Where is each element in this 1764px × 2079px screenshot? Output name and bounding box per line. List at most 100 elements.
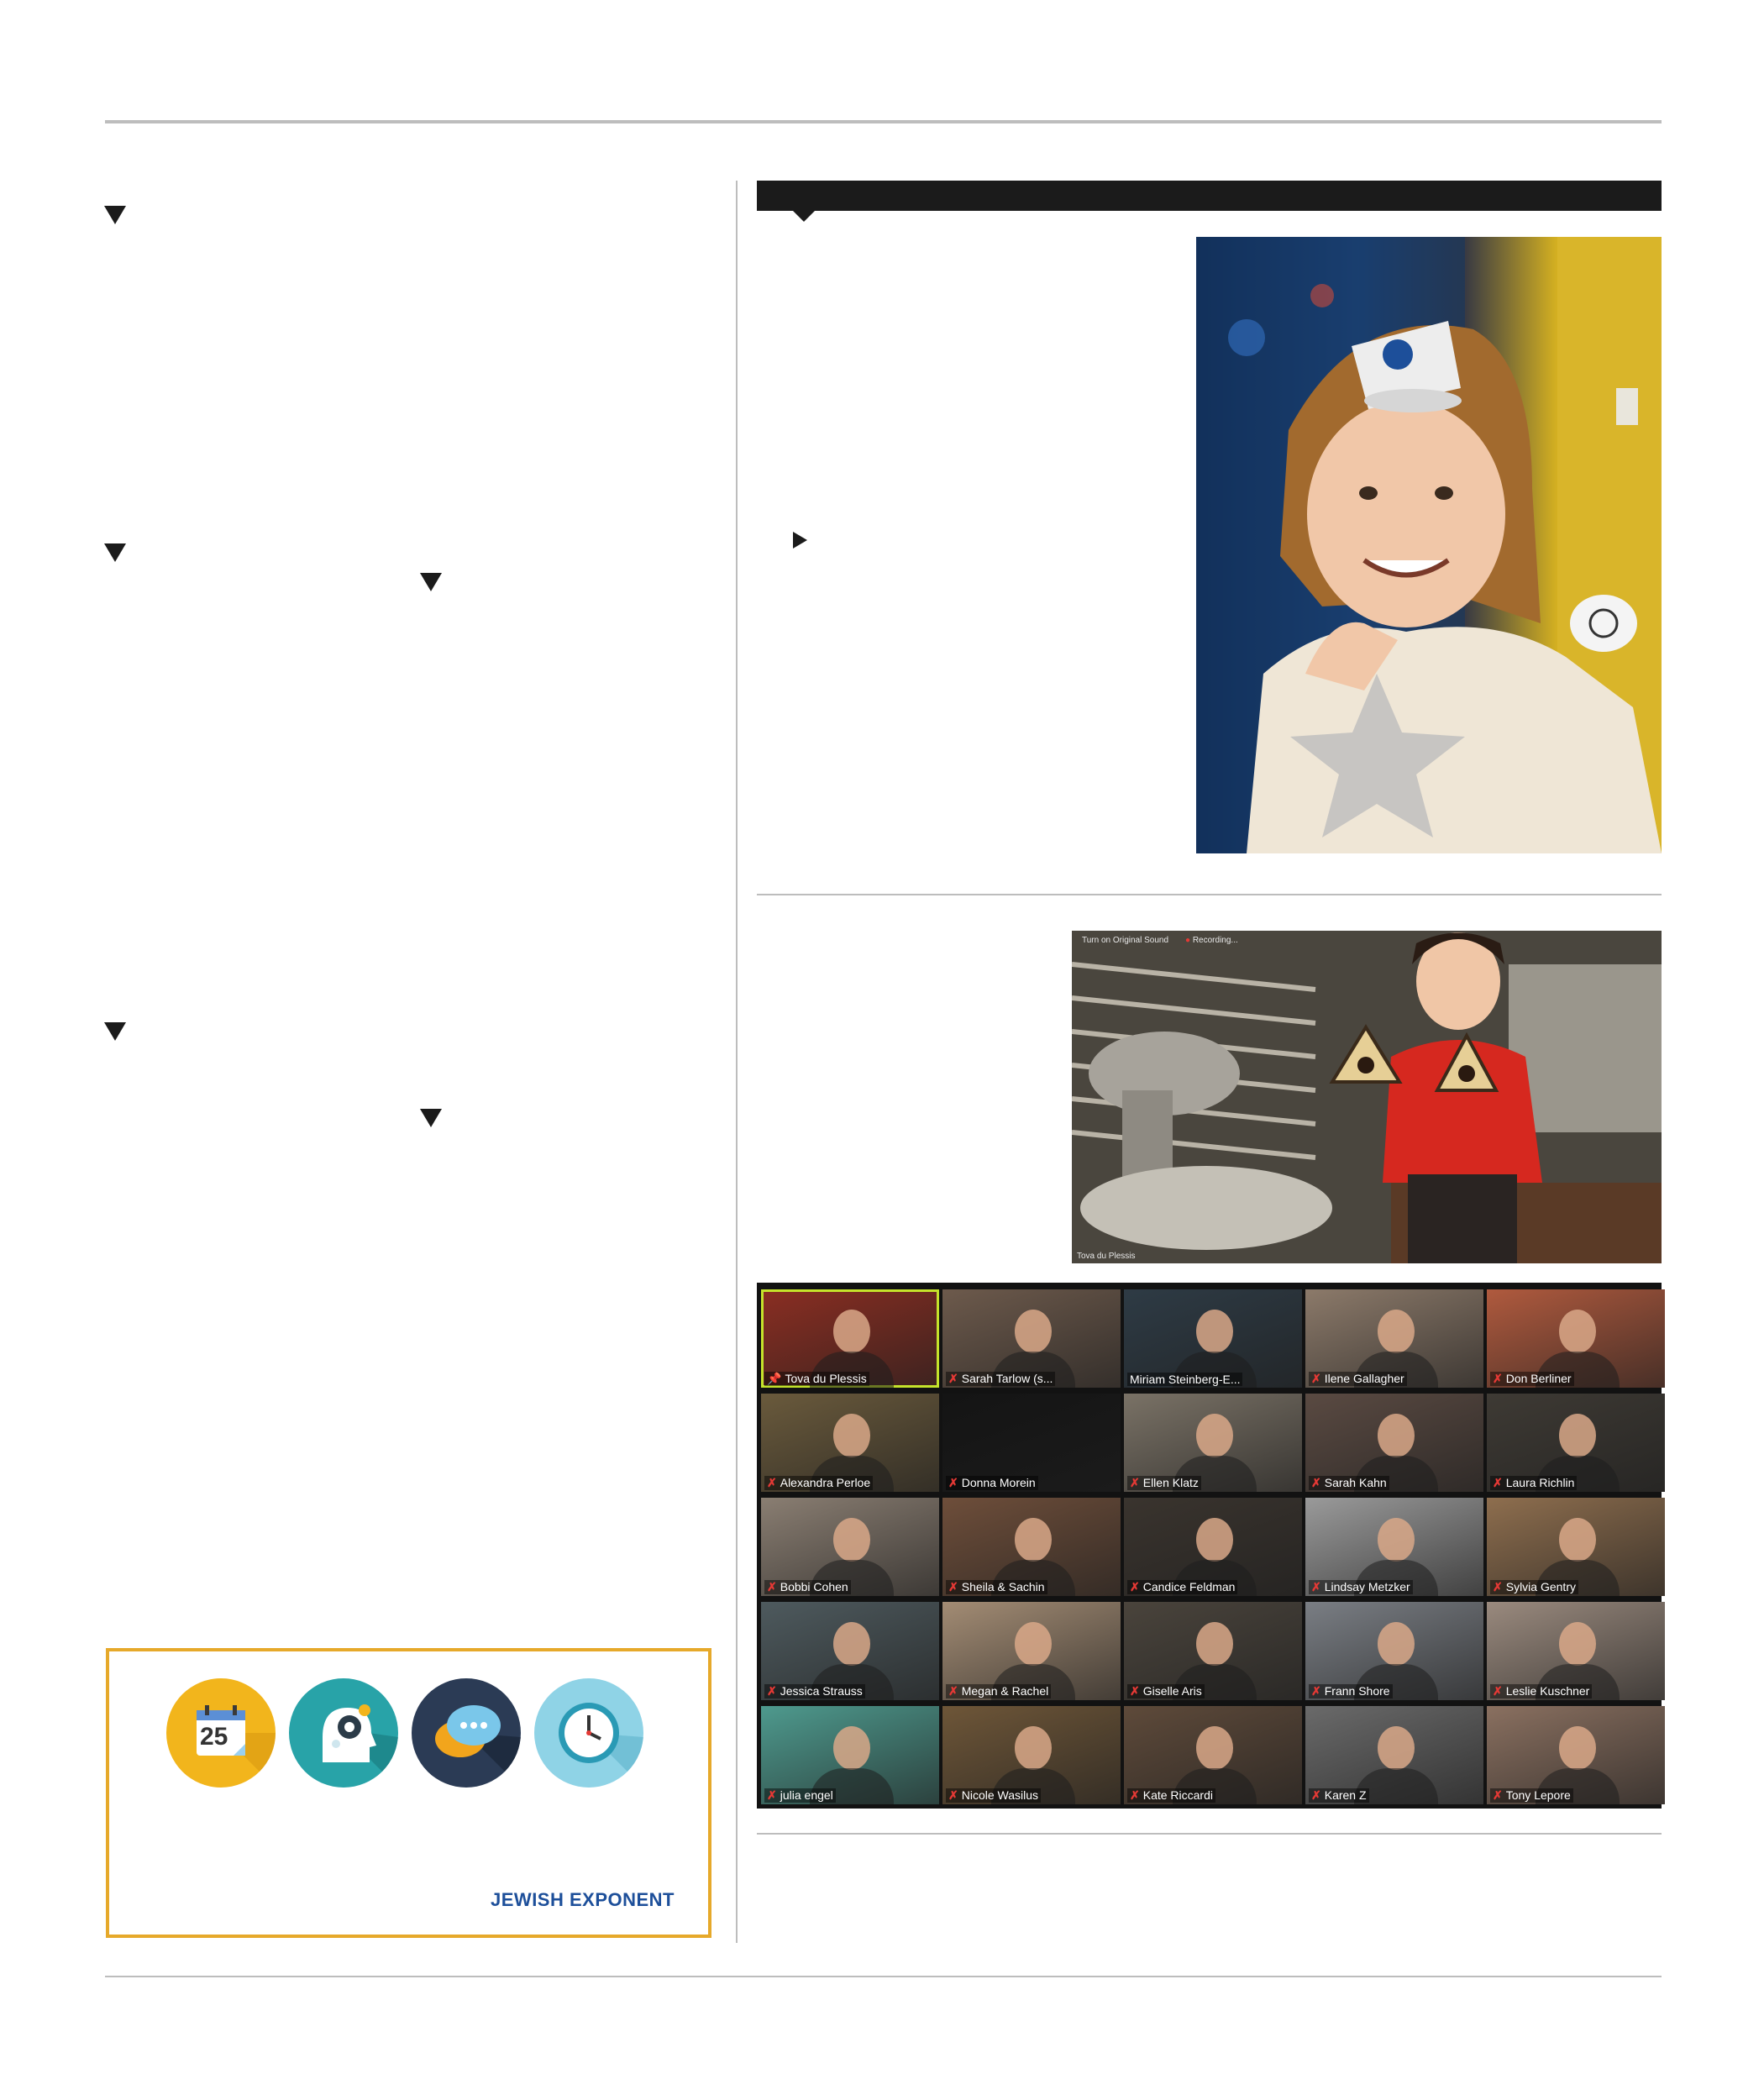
participant-video <box>1378 1310 1415 1353</box>
participant-name-text: Nicole Wasilus <box>961 1788 1039 1802</box>
section-rule <box>757 894 1662 895</box>
participant-name: ✗ Bobbi Cohen <box>764 1580 851 1594</box>
participant-tile[interactable]: ✗ julia engel <box>761 1706 939 1804</box>
participant-name: ✗ Sarah Tarlow (s... <box>946 1372 1056 1386</box>
pin-icon: 📌 <box>767 1372 782 1385</box>
participant-tile[interactable]: ✗ Sheila & Sachin <box>942 1498 1121 1596</box>
chat-bubbles-icon <box>412 1678 521 1788</box>
participant-name: ✗ Giselle Aris <box>1127 1684 1205 1698</box>
mic-muted-icon: ✗ <box>1311 1372 1321 1385</box>
participant-tile[interactable]: ✗ Nicole Wasilus <box>942 1706 1121 1804</box>
participant-video <box>1196 1726 1233 1770</box>
participant-name: ✗ Sylvia Gentry <box>1490 1580 1578 1594</box>
participant-tile[interactable]: ✗ Don Berliner <box>1487 1289 1665 1388</box>
participant-tile[interactable]: ✗ Giselle Aris <box>1124 1602 1302 1700</box>
bottom-rule <box>105 1976 1662 1977</box>
participant-name: 📌 Tova du Plessis <box>764 1372 869 1386</box>
participant-name-text: Laura Richlin <box>1505 1476 1575 1489</box>
mic-muted-icon: ✗ <box>767 1684 777 1698</box>
participant-tile[interactable]: ✗ Kate Riccardi <box>1124 1706 1302 1804</box>
participant-name-text: Sylvia Gentry <box>1505 1580 1576 1593</box>
participant-video <box>1196 1622 1233 1666</box>
mic-muted-icon: ✗ <box>948 1476 958 1489</box>
participant-tile[interactable]: ✗ Laura Richlin <box>1487 1394 1665 1492</box>
mic-muted-icon: ✗ <box>1493 1684 1503 1698</box>
mic-muted-icon: ✗ <box>1311 1788 1321 1802</box>
participant-name-text: Kate Riccardi <box>1142 1788 1213 1802</box>
participant-video <box>833 1726 870 1770</box>
section-rule <box>757 1833 1662 1835</box>
participant-name-text: Miriam Steinberg-E... <box>1130 1373 1241 1386</box>
participant-tile[interactable]: ✗ Leslie Kuschner <box>1487 1602 1665 1700</box>
participant-tile[interactable]: ✗ Tony Lepore <box>1487 1706 1665 1804</box>
mic-muted-icon: ✗ <box>1130 1476 1140 1489</box>
participant-tile[interactable]: ✗ Alexandra Perloe <box>761 1394 939 1492</box>
participant-video <box>1559 1310 1596 1353</box>
participant-name-text: Frann Shore <box>1324 1684 1390 1698</box>
participant-name-text: Ellen Klatz <box>1142 1476 1199 1489</box>
participant-tile[interactable]: 📌 Tova du Plessis <box>761 1289 939 1388</box>
participant-video <box>833 1518 870 1562</box>
participant-tile[interactable]: Miriam Steinberg-E... <box>1124 1289 1302 1388</box>
participant-tile[interactable]: ✗ Ellen Klatz <box>1124 1394 1302 1492</box>
participant-name-text: Tova du Plessis <box>785 1372 867 1385</box>
participant-name-text: Sarah Kahn <box>1324 1476 1387 1489</box>
participant-tile[interactable]: ✗ Sarah Tarlow (s... <box>942 1289 1121 1388</box>
participant-name: ✗ julia engel <box>764 1788 836 1803</box>
participant-tile[interactable]: ✗ Bobbi Cohen <box>761 1498 939 1596</box>
participant-video <box>833 1414 870 1457</box>
section-header-bar <box>757 181 1662 211</box>
participant-name: ✗ Candice Feldman <box>1127 1580 1238 1594</box>
participant-name-text: Sheila & Sachin <box>961 1580 1045 1593</box>
participant-tile[interactable]: ✗ Donna Morein <box>942 1394 1121 1492</box>
participant-tile[interactable]: ✗ Megan & Rachel <box>942 1602 1121 1700</box>
participant-video <box>1015 1726 1052 1770</box>
participant-tile[interactable]: ✗ Karen Z <box>1305 1706 1483 1804</box>
head-gear-icon <box>289 1678 398 1788</box>
participant-video <box>1196 1310 1233 1353</box>
bullet-marker <box>104 543 126 562</box>
mic-muted-icon: ✗ <box>1493 1788 1503 1802</box>
participant-name-text: Alexandra Perloe <box>780 1476 871 1489</box>
mic-muted-icon: ✗ <box>1311 1580 1321 1593</box>
top-rule <box>105 120 1662 123</box>
participant-name-text: Jessica Strauss <box>780 1684 863 1698</box>
participant-name-text: Candice Feldman <box>1142 1580 1236 1593</box>
zoom-original-sound-label: Turn on Original Sound <box>1082 936 1169 945</box>
participant-name-text: Tony Lepore <box>1505 1788 1571 1802</box>
jewish-exponent-logo: JEWISH EXPONENT <box>491 1889 675 1910</box>
photo-baking-demo: Turn on Original Sound ● Recording... To… <box>1072 931 1662 1263</box>
participant-video <box>1015 1518 1052 1562</box>
participant-name: ✗ Lindsay Metzker <box>1309 1580 1413 1594</box>
bullet-marker <box>420 1109 442 1127</box>
mic-muted-icon: ✗ <box>767 1476 777 1489</box>
participant-tile[interactable]: ✗ Ilene Gallagher <box>1305 1289 1483 1388</box>
participant-video <box>1559 1414 1596 1457</box>
participant-name-text: julia engel <box>780 1788 833 1802</box>
bullet-marker <box>104 206 126 224</box>
participant-name: Miriam Steinberg-E... <box>1127 1373 1243 1386</box>
participant-name: ✗ Alexandra Perloe <box>764 1476 874 1490</box>
participant-name-text: Giselle Aris <box>1142 1684 1202 1698</box>
photo-girl <box>1196 237 1662 853</box>
bullet-marker <box>104 1022 126 1041</box>
participant-name: ✗ Ellen Klatz <box>1127 1476 1201 1490</box>
participant-tile[interactable]: ✗ Candice Feldman <box>1124 1498 1302 1596</box>
mic-muted-icon: ✗ <box>1493 1476 1503 1489</box>
participant-tile[interactable]: ✗ Lindsay Metzker <box>1305 1498 1483 1596</box>
participant-name: ✗ Ilene Gallagher <box>1309 1372 1407 1386</box>
participant-tile[interactable]: ✗ Sarah Kahn <box>1305 1394 1483 1492</box>
participant-tile[interactable]: ✗ Sylvia Gentry <box>1487 1498 1665 1596</box>
participant-video <box>1559 1622 1596 1666</box>
participant-name: ✗ Megan & Rachel <box>946 1684 1052 1698</box>
mic-muted-icon: ✗ <box>767 1788 777 1802</box>
participant-video <box>1378 1622 1415 1666</box>
participant-video <box>1378 1518 1415 1562</box>
participant-tile[interactable]: ✗ Jessica Strauss <box>761 1602 939 1700</box>
participant-tile[interactable]: ✗ Frann Shore <box>1305 1602 1483 1700</box>
mic-muted-icon: ✗ <box>948 1580 958 1593</box>
participant-video <box>1015 1622 1052 1666</box>
bullet-marker <box>420 573 442 591</box>
bullet-marker <box>793 532 807 549</box>
participant-video <box>1559 1726 1596 1770</box>
